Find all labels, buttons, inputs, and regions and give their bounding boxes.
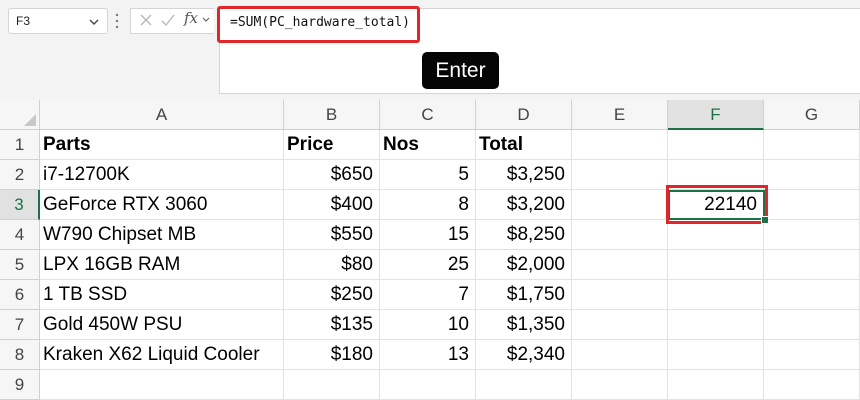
cell-d2[interactable]: $3,250 bbox=[476, 160, 572, 190]
cell-f9[interactable] bbox=[668, 370, 764, 400]
select-all-icon bbox=[24, 114, 36, 126]
cell-a3[interactable]: GeForce RTX 3060 bbox=[40, 190, 284, 220]
cell-f6[interactable] bbox=[668, 280, 764, 310]
cell-c3[interactable]: 8 bbox=[380, 190, 476, 220]
fill-handle[interactable] bbox=[761, 216, 769, 224]
row-header-3[interactable]: 3 bbox=[0, 190, 40, 220]
chevron-down-icon[interactable] bbox=[201, 15, 211, 25]
more-options-icon[interactable] bbox=[114, 12, 120, 30]
cell-g6[interactable] bbox=[764, 280, 860, 310]
cell-d5[interactable]: $2,000 bbox=[476, 250, 572, 280]
cell-a6[interactable]: 1 TB SSD bbox=[40, 280, 284, 310]
spreadsheet-grid: A B C D E F G 1 Parts Price Nos Total 2 i7-12700K $650… bbox=[0, 100, 860, 400]
cell-a2[interactable]: i7-12700K bbox=[40, 160, 284, 190]
cell-g1[interactable] bbox=[764, 130, 860, 160]
cell-e7[interactable] bbox=[572, 310, 668, 340]
column-header-c[interactable]: C bbox=[380, 100, 476, 130]
cell-g5[interactable] bbox=[764, 250, 860, 280]
cell-b6[interactable]: $250 bbox=[284, 280, 380, 310]
cell-e4[interactable] bbox=[572, 220, 668, 250]
cell-g3[interactable] bbox=[764, 190, 860, 220]
cell-a4[interactable]: W790 Chipset MB bbox=[40, 220, 284, 250]
cell-e3[interactable] bbox=[572, 190, 668, 220]
cell-c4[interactable]: 15 bbox=[380, 220, 476, 250]
formula-bar-region: F3 fx =SUM(PC_hardware_total) Enter bbox=[0, 0, 860, 100]
cell-d7[interactable]: $1,350 bbox=[476, 310, 572, 340]
column-header-d[interactable]: D bbox=[476, 100, 572, 130]
cell-a1[interactable]: Parts bbox=[40, 130, 284, 160]
cell-b3[interactable]: $400 bbox=[284, 190, 380, 220]
cell-b2[interactable]: $650 bbox=[284, 160, 380, 190]
cell-g4[interactable] bbox=[764, 220, 860, 250]
cell-d9[interactable] bbox=[476, 370, 572, 400]
column-header-b[interactable]: B bbox=[284, 100, 380, 130]
cell-e1[interactable] bbox=[572, 130, 668, 160]
cell-f5[interactable] bbox=[668, 250, 764, 280]
name-box[interactable]: F3 bbox=[8, 8, 108, 34]
name-box-value: F3 bbox=[16, 14, 31, 28]
cell-d4[interactable]: $8,250 bbox=[476, 220, 572, 250]
cell-e2[interactable] bbox=[572, 160, 668, 190]
cell-f7[interactable] bbox=[668, 310, 764, 340]
column-header-g[interactable]: G bbox=[764, 100, 860, 130]
cell-f8[interactable] bbox=[668, 340, 764, 370]
cell-c1[interactable]: Nos bbox=[380, 130, 476, 160]
cell-b5[interactable]: $80 bbox=[284, 250, 380, 280]
cell-g8[interactable] bbox=[764, 340, 860, 370]
chevron-down-icon[interactable] bbox=[87, 15, 101, 29]
cell-c8[interactable]: 13 bbox=[380, 340, 476, 370]
cell-a7[interactable]: Gold 450W PSU bbox=[40, 310, 284, 340]
cell-b4[interactable]: $550 bbox=[284, 220, 380, 250]
cell-b8[interactable]: $180 bbox=[284, 340, 380, 370]
cell-b7[interactable]: $135 bbox=[284, 310, 380, 340]
row-header-9[interactable]: 9 bbox=[0, 370, 40, 400]
row-header-6[interactable]: 6 bbox=[0, 280, 40, 310]
active-cell-value[interactable]: 22140 bbox=[668, 190, 763, 220]
cell-f1[interactable] bbox=[668, 130, 764, 160]
cell-c7[interactable]: 10 bbox=[380, 310, 476, 340]
cell-b1[interactable]: Price bbox=[284, 130, 380, 160]
formula-text: =SUM(PC_hardware_total) bbox=[230, 15, 411, 30]
cancel-icon[interactable] bbox=[138, 12, 154, 28]
cell-e6[interactable] bbox=[572, 280, 668, 310]
row-header-5[interactable]: 5 bbox=[0, 250, 40, 280]
enter-key-overlay: Enter bbox=[422, 52, 499, 89]
cell-c5[interactable]: 25 bbox=[380, 250, 476, 280]
row-header-1[interactable]: 1 bbox=[0, 130, 40, 160]
cell-g7[interactable] bbox=[764, 310, 860, 340]
cell-a5[interactable]: LPX 16GB RAM bbox=[40, 250, 284, 280]
row-header-8[interactable]: 8 bbox=[0, 340, 40, 370]
cell-d3[interactable]: $3,200 bbox=[476, 190, 572, 220]
enter-check-icon[interactable] bbox=[160, 12, 176, 28]
cell-a8[interactable]: Kraken X62 Liquid Cooler bbox=[40, 340, 284, 370]
cell-c6[interactable]: 7 bbox=[380, 280, 476, 310]
cell-e8[interactable] bbox=[572, 340, 668, 370]
select-all-corner[interactable] bbox=[0, 100, 40, 130]
formula-highlight[interactable]: =SUM(PC_hardware_total) bbox=[217, 6, 420, 43]
row-header-2[interactable]: 2 bbox=[0, 160, 40, 190]
insert-function-button[interactable]: fx bbox=[184, 9, 198, 27]
row-header-7[interactable]: 7 bbox=[0, 310, 40, 340]
cell-e9[interactable] bbox=[572, 370, 668, 400]
column-header-a[interactable]: A bbox=[40, 100, 284, 130]
cell-e5[interactable] bbox=[572, 250, 668, 280]
cell-g9[interactable] bbox=[764, 370, 860, 400]
cell-c2[interactable]: 5 bbox=[380, 160, 476, 190]
cell-d6[interactable]: $1,750 bbox=[476, 280, 572, 310]
column-header-f[interactable]: F bbox=[668, 100, 764, 130]
cell-a9[interactable] bbox=[40, 370, 284, 400]
column-header-e[interactable]: E bbox=[572, 100, 668, 130]
cell-b9[interactable] bbox=[284, 370, 380, 400]
cell-d1[interactable]: Total bbox=[476, 130, 572, 160]
row-header-4[interactable]: 4 bbox=[0, 220, 40, 250]
cell-d8[interactable]: $2,340 bbox=[476, 340, 572, 370]
cell-c9[interactable] bbox=[380, 370, 476, 400]
cell-f4[interactable] bbox=[668, 220, 764, 250]
cell-g2[interactable] bbox=[764, 160, 860, 190]
